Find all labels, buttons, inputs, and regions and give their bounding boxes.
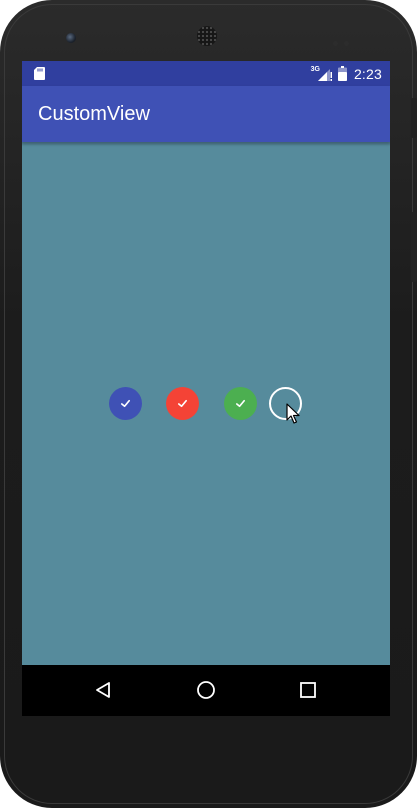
app-bar: CustomView bbox=[22, 86, 390, 142]
phone-frame: 3G 2:23 CustomView bbox=[0, 0, 417, 808]
check-circle-blue[interactable] bbox=[109, 387, 142, 420]
proximity-sensors bbox=[333, 33, 355, 51]
app-title: CustomView bbox=[38, 103, 150, 125]
device-screen: 3G 2:23 CustomView bbox=[22, 61, 390, 716]
back-button[interactable] bbox=[92, 679, 114, 701]
volume-button[interactable] bbox=[411, 98, 417, 138]
earpiece-speaker bbox=[197, 26, 217, 46]
check-circle-empty[interactable] bbox=[269, 387, 302, 420]
check-circle-red[interactable] bbox=[166, 387, 199, 420]
check-icon bbox=[121, 399, 130, 408]
battery-icon bbox=[337, 66, 347, 81]
power-button[interactable] bbox=[411, 212, 417, 282]
sd-card-icon bbox=[34, 67, 45, 80]
recents-button[interactable] bbox=[297, 679, 319, 701]
status-clock: 2:23 bbox=[353, 65, 382, 82]
status-icons: 3G 2:23 bbox=[311, 61, 382, 86]
home-button[interactable] bbox=[195, 679, 217, 701]
check-icon bbox=[236, 399, 245, 408]
network-type-label: 3G bbox=[310, 66, 320, 73]
status-bar: 3G 2:23 bbox=[22, 61, 390, 86]
signal-icon bbox=[317, 68, 332, 81]
recents-square-icon bbox=[300, 682, 316, 698]
content-area bbox=[22, 146, 390, 665]
home-circle-icon bbox=[197, 681, 215, 699]
front-camera bbox=[66, 33, 76, 43]
check-icon bbox=[178, 399, 187, 408]
check-circle-green[interactable] bbox=[224, 387, 257, 420]
navigation-bar bbox=[22, 665, 390, 716]
back-triangle-icon bbox=[96, 682, 110, 698]
